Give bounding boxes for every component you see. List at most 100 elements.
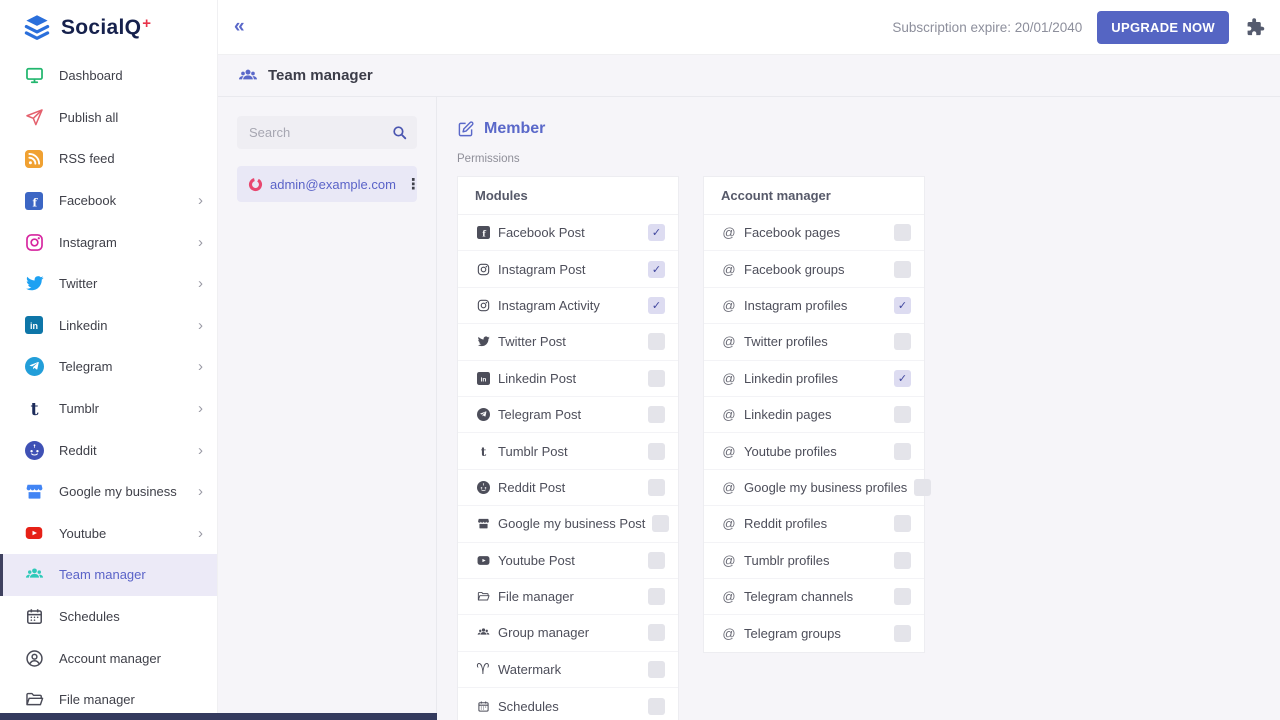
permission-label: Instagram profiles xyxy=(744,298,847,313)
upgrade-now-button[interactable]: UPGRADE NOW xyxy=(1097,11,1229,44)
permission-label: Tumblr profiles xyxy=(744,553,829,568)
permission-label: Twitter Post xyxy=(498,334,566,349)
folder-icon xyxy=(475,590,491,603)
permission-checkbox[interactable] xyxy=(648,624,665,641)
sidebar-item-team-manager[interactable]: Team manager xyxy=(0,554,217,596)
logo[interactable]: SocialQ+ xyxy=(0,0,217,55)
permission-label: Google my business Post xyxy=(498,516,645,531)
at-icon: @ xyxy=(721,408,737,421)
permission-row-schedules: Schedules xyxy=(458,688,678,720)
sidebar-item-label: Facebook xyxy=(59,193,116,208)
permission-checkbox[interactable] xyxy=(894,224,911,241)
at-icon: @ xyxy=(721,299,737,312)
permission-checkbox[interactable] xyxy=(914,479,931,496)
permission-row-twitter-profiles: @Twitter profiles xyxy=(704,324,924,360)
permission-checkbox[interactable] xyxy=(894,515,911,532)
sidebar-item-dashboard[interactable]: Dashboard xyxy=(0,55,217,97)
permission-checkbox[interactable] xyxy=(894,552,911,569)
permission-row-facebook-post: fFacebook Post✓ xyxy=(458,215,678,251)
sidebar-item-account-manager[interactable]: Account manager xyxy=(0,637,217,679)
modules-panel: Modules fFacebook Post✓Instagram Post✓In… xyxy=(457,176,679,720)
permission-row-youtube-profiles: @Youtube profiles xyxy=(704,433,924,469)
sidebar-item-label: RSS feed xyxy=(59,151,115,166)
permission-checkbox[interactable] xyxy=(648,588,665,605)
svg-text:in: in xyxy=(30,321,38,331)
member-list-item[interactable]: admin@example.com ⋮ xyxy=(237,166,417,202)
permission-checkbox[interactable] xyxy=(648,443,665,460)
permission-checkbox[interactable] xyxy=(894,261,911,278)
chevron-right-icon: › xyxy=(198,235,203,250)
account-manager-panel-header: Account manager xyxy=(704,177,924,215)
permission-label: Schedules xyxy=(498,699,559,714)
permission-row-telegram-post: Telegram Post xyxy=(458,397,678,433)
permission-checkbox[interactable] xyxy=(652,515,669,532)
permission-label: Youtube Post xyxy=(498,553,575,568)
sidebar-item-google-my-business[interactable]: Google my business› xyxy=(0,471,217,513)
member-search xyxy=(237,116,417,149)
sidebar-item-label: Google my business xyxy=(59,484,177,499)
search-icon[interactable] xyxy=(391,124,408,141)
permission-row-linkedin-post: inLinkedin Post xyxy=(458,361,678,397)
permission-row-instagram-profiles: @ Instagram profiles ✓ xyxy=(704,288,924,324)
svg-text:t: t xyxy=(480,445,486,458)
permission-label: Group manager xyxy=(498,625,589,640)
sidebar-item-tumblr[interactable]: tTumblr› xyxy=(0,388,217,430)
permission-label: Tumblr Post xyxy=(498,444,568,459)
sidebar-item-linkedin[interactable]: inLinkedin› xyxy=(0,305,217,347)
account-manager-panel: Account manager @Facebook pages@Facebook… xyxy=(703,176,925,653)
sidebar-collapse-button[interactable]: « xyxy=(226,12,251,42)
permission-label: Facebook pages xyxy=(744,225,840,240)
sidebar-item-rss-feed[interactable]: RSS feed xyxy=(0,138,217,180)
permission-checkbox[interactable] xyxy=(894,625,911,642)
permission-checkbox[interactable] xyxy=(648,479,665,496)
instagram-icon xyxy=(24,232,44,252)
sidebar-item-telegram[interactable]: Telegram› xyxy=(0,346,217,388)
storefront-icon xyxy=(475,517,491,530)
sidebar-item-reddit[interactable]: Reddit› xyxy=(0,429,217,471)
users-icon xyxy=(24,565,44,585)
permission-checkbox[interactable] xyxy=(648,333,665,350)
member-menu-icon[interactable]: ⋮ xyxy=(403,175,424,193)
sidebar-item-youtube[interactable]: Youtube› xyxy=(0,513,217,555)
sidebar-item-publish-all[interactable]: Publish all xyxy=(0,97,217,139)
sidebar-item-schedules[interactable]: Schedules xyxy=(0,596,217,638)
permission-checkbox[interactable] xyxy=(648,406,665,423)
permission-row-linkedin-pages: @Linkedin pages xyxy=(704,397,924,433)
sidebar-item-facebook[interactable]: fFacebook› xyxy=(0,180,217,222)
permission-checkbox[interactable] xyxy=(894,406,911,423)
permission-checkbox[interactable]: ✓ xyxy=(648,224,665,241)
permission-row-instagram-activity: Instagram Activity✓ xyxy=(458,288,678,324)
permission-checkbox[interactable] xyxy=(894,333,911,350)
permission-checkbox[interactable]: ✓ xyxy=(894,370,911,387)
bottom-bar xyxy=(0,713,437,720)
permission-row-facebook-pages: @Facebook pages xyxy=(704,215,924,251)
permission-row-watermark: ♈Watermark xyxy=(458,652,678,688)
brand-name: SocialQ+ xyxy=(61,15,151,40)
permission-checkbox[interactable] xyxy=(648,370,665,387)
permission-checkbox[interactable] xyxy=(894,588,911,605)
sidebar-item-twitter[interactable]: Twitter› xyxy=(0,263,217,305)
member-status-ring-icon xyxy=(248,177,263,192)
permission-checkbox[interactable] xyxy=(648,552,665,569)
search-input[interactable] xyxy=(237,116,417,149)
at-icon: @ xyxy=(721,263,737,276)
permission-checkbox[interactable]: ✓ xyxy=(648,297,665,314)
at-icon: @ xyxy=(721,590,737,603)
permission-checkbox[interactable] xyxy=(894,443,911,460)
twitter-icon xyxy=(24,274,44,294)
sidebar-item-label: Twitter xyxy=(59,276,97,291)
permission-label: Watermark xyxy=(498,662,561,677)
puzzle-addons-icon[interactable] xyxy=(1244,16,1266,38)
permission-checkbox[interactable] xyxy=(648,698,665,715)
permission-checkbox[interactable] xyxy=(648,661,665,678)
permission-checkbox[interactable]: ✓ xyxy=(894,297,911,314)
permission-checkbox[interactable]: ✓ xyxy=(648,261,665,278)
user-circle-icon xyxy=(24,648,44,668)
sidebar-item-label: File manager xyxy=(59,692,135,707)
permission-row-tumblr-profiles: @Tumblr profiles xyxy=(704,543,924,579)
sidebar-item-label: Youtube xyxy=(59,526,106,541)
sidebar-item-instagram[interactable]: Instagram› xyxy=(0,221,217,263)
permission-label: Telegram channels xyxy=(744,589,853,604)
member-section-title: Member xyxy=(457,120,1280,138)
permission-label: Twitter profiles xyxy=(744,334,828,349)
